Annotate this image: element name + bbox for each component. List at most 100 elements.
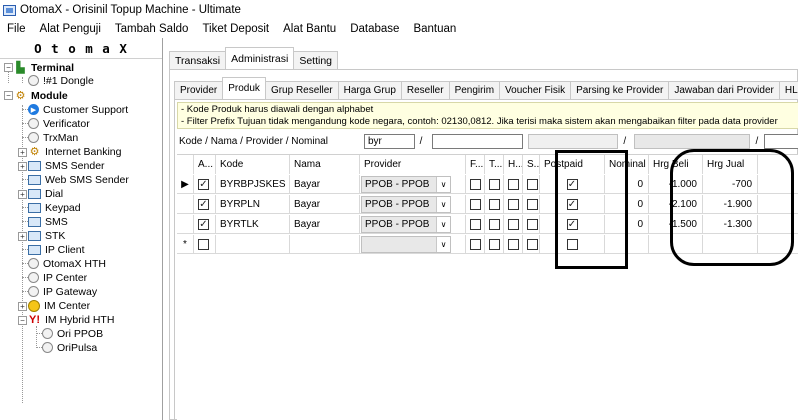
tree-item-stk[interactable]: STK <box>28 229 65 242</box>
nama-cell[interactable] <box>290 235 360 254</box>
nama-cell[interactable]: Bayar <box>290 195 360 214</box>
filter-nama-input[interactable] <box>432 133 523 149</box>
expander-internet-banking[interactable]: + <box>18 148 27 157</box>
menu-tiket-deposit[interactable]: Tiket Deposit <box>202 23 269 35</box>
provider-select[interactable]: PPOB - PPOB ∨ <box>361 196 451 213</box>
hrg-beli-cell[interactable]: -1.000 <box>649 175 703 194</box>
tree-item-otomax-hth[interactable]: OtomaX HTH <box>28 257 106 270</box>
header-f[interactable]: F... <box>466 155 485 174</box>
menu-bantuan[interactable]: Bantuan <box>413 23 456 35</box>
header-postpaid[interactable]: Postpaid <box>540 155 605 174</box>
tree-item-im-center[interactable]: IM Center <box>28 299 90 312</box>
tree-item-ori-ppob[interactable]: Ori PPOB <box>42 327 103 340</box>
menu-database[interactable]: Database <box>350 23 399 35</box>
kode-cell[interactable] <box>216 235 290 254</box>
menu-file[interactable]: File <box>7 23 26 35</box>
chevron-down-icon[interactable]: ∨ <box>436 217 450 232</box>
aktif-checkbox[interactable]: ✓ <box>198 179 209 190</box>
hrg-jual-cell[interactable]: -700 <box>703 175 758 194</box>
tab-reseller[interactable]: Reseller <box>400 81 450 99</box>
tree-item-internet-banking[interactable]: ⚙ Internet Banking <box>28 145 122 159</box>
tree-item-verificator[interactable]: Verificator <box>28 117 90 130</box>
s-checkbox[interactable] <box>527 239 538 250</box>
provider-select[interactable]: ∨ <box>361 236 451 253</box>
filter-provider-select[interactable] <box>527 133 619 149</box>
tab-pengirim[interactable]: Pengirim <box>448 81 501 99</box>
nominal-cell[interactable]: 0 <box>605 175 649 194</box>
s-checkbox[interactable] <box>527 219 538 230</box>
tab-harga-grup[interactable]: Harga Grup <box>337 81 402 99</box>
postpaid-checkbox[interactable]: ✓ <box>566 199 578 210</box>
s-checkbox[interactable] <box>527 199 538 210</box>
expander-terminal[interactable]: − <box>4 63 13 72</box>
tab-setting[interactable]: Setting <box>293 51 339 69</box>
table-row[interactable]: ▶ ✓ BYRBPJSKES Bayar PPOB - PPOB ∨ ✓ 0 -1.000 -70… <box>177 175 798 194</box>
expander-im-hybrid-hth[interactable]: − <box>18 316 27 325</box>
h-checkbox[interactable] <box>508 199 519 210</box>
tree-item-oripulsa[interactable]: OriPulsa <box>42 341 97 354</box>
nominal-cell[interactable]: 0 <box>605 195 649 214</box>
aktif-checkbox[interactable]: ✓ <box>198 199 209 210</box>
tab-jawaban-dari-provider[interactable]: Jawaban dari Provider <box>668 81 780 99</box>
tab-transaksi[interactable]: Transaksi <box>169 51 227 69</box>
tree-item-module[interactable]: ⚙ Module <box>14 89 68 103</box>
header-kode[interactable]: Kode <box>216 155 290 174</box>
t-checkbox[interactable] <box>489 179 500 190</box>
t-checkbox[interactable] <box>489 239 500 250</box>
hrg-beli-cell[interactable]: -2.100 <box>649 195 703 214</box>
expander-module[interactable]: − <box>4 91 13 100</box>
module-tree[interactable]: − ▙ Terminal !#1 Dongle − ⚙ Module ▶ Custom… <box>0 58 162 420</box>
f-checkbox[interactable] <box>470 179 481 190</box>
table-row[interactable]: ✓ BYRPLN Bayar PPOB - PPOB ∨ ✓ 0 -2.100 -1.900 <box>177 195 798 214</box>
header-hrg-jual[interactable]: Hrg Jual <box>703 155 758 174</box>
expander-sms-sender[interactable]: + <box>18 162 27 171</box>
hrg-jual-cell[interactable]: -1.900 <box>703 195 758 214</box>
tree-item-keypad[interactable]: Keypad <box>28 201 81 214</box>
header-nominal[interactable]: Nominal <box>605 155 649 174</box>
expander-dial[interactable]: + <box>18 190 27 199</box>
header-hrg-beli[interactable]: Hrg Beli <box>649 155 703 174</box>
h-checkbox[interactable] <box>508 239 519 250</box>
postpaid-checkbox[interactable] <box>566 239 578 250</box>
filter-nominal-input[interactable] <box>764 133 798 149</box>
aktif-checkbox[interactable] <box>198 239 209 250</box>
s-checkbox[interactable] <box>527 179 538 190</box>
menu-tambah-saldo[interactable]: Tambah Saldo <box>115 23 189 35</box>
tab-grup-reseller[interactable]: Grup Reseller <box>264 81 339 99</box>
tree-item-terminal[interactable]: ▙ Terminal <box>14 61 74 75</box>
nama-cell[interactable]: Bayar <box>290 175 360 194</box>
chevron-down-icon[interactable]: ∨ <box>436 237 450 252</box>
tab-provider[interactable]: Provider <box>174 81 224 99</box>
f-checkbox[interactable] <box>470 239 481 250</box>
tree-item-dial[interactable]: Dial <box>28 187 63 200</box>
tree-item-customer-support[interactable]: ▶ Customer Support <box>28 103 128 116</box>
nama-cell[interactable]: Bayar <box>290 215 360 234</box>
tree-item-trxman[interactable]: TrxMan <box>28 131 78 144</box>
h-checkbox[interactable] <box>508 179 519 190</box>
h-checkbox[interactable] <box>508 219 519 230</box>
tree-item-sms[interactable]: SMS <box>28 215 68 228</box>
tree-item-web-sms-sender[interactable]: Web SMS Sender <box>28 173 129 186</box>
header-aktif[interactable]: A... <box>194 155 216 174</box>
tree-item-ip-gateway[interactable]: IP Gateway <box>28 285 97 298</box>
header-h[interactable]: H... <box>504 155 523 174</box>
header-s[interactable]: S... <box>523 155 540 174</box>
expander-stk[interactable]: + <box>18 232 27 241</box>
tree-item-ip-client[interactable]: IP Client <box>28 243 85 256</box>
postpaid-checkbox[interactable]: ✓ <box>566 219 578 230</box>
nominal-cell[interactable] <box>605 235 649 254</box>
t-checkbox[interactable] <box>489 219 500 230</box>
header-t[interactable]: T... <box>485 155 504 174</box>
table-row[interactable]: ✓ BYRTLK Bayar PPOB - PPOB ∨ ✓ 0 -1.500 -1.300 <box>177 215 798 234</box>
hrg-beli-cell[interactable] <box>649 235 703 254</box>
table-row[interactable]: * ∨ <box>177 235 798 254</box>
hrg-jual-cell[interactable]: -1.300 <box>703 215 758 234</box>
nominal-cell[interactable]: 0 <box>605 215 649 234</box>
chevron-down-icon[interactable]: ∨ <box>436 177 450 192</box>
tree-item-im-hybrid-hth[interactable]: Y! IM Hybrid HTH <box>28 313 114 326</box>
menu-alat-penguji[interactable]: Alat Penguji <box>40 23 101 35</box>
tab-produk[interactable]: Produk <box>222 77 266 99</box>
filter-kode-input[interactable]: byr <box>364 133 415 149</box>
t-checkbox[interactable] <box>489 199 500 210</box>
f-checkbox[interactable] <box>470 199 481 210</box>
